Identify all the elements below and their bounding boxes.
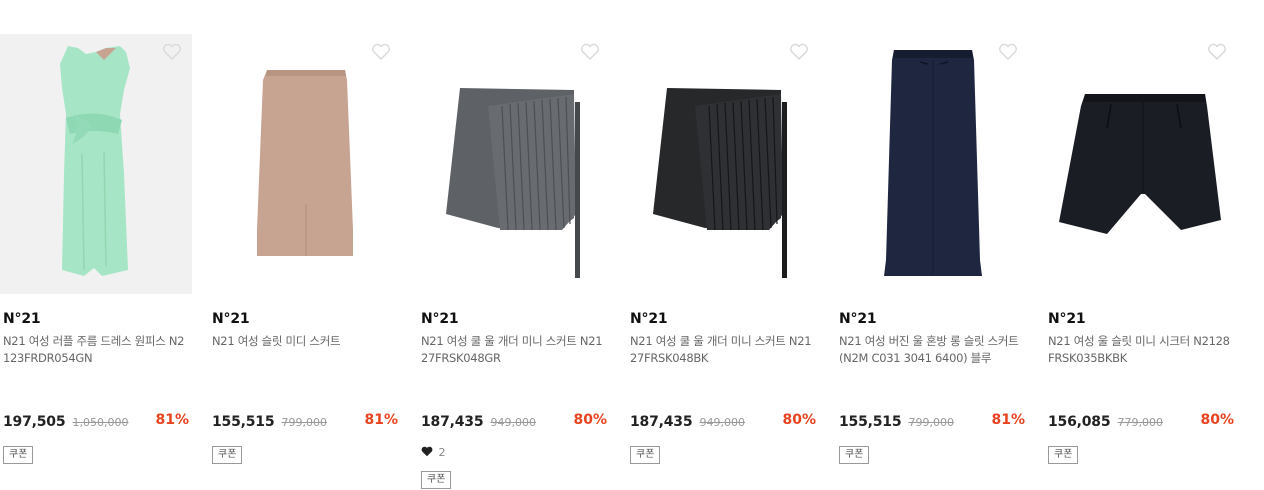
navy-long-skirt-image bbox=[884, 50, 982, 276]
heart-outline-icon[interactable] bbox=[1207, 43, 1227, 61]
product-image-mint-dress[interactable] bbox=[0, 34, 192, 294]
sale-price: 187,435 bbox=[421, 414, 484, 430]
price-row: 187,435 949,000 80% bbox=[421, 411, 607, 431]
beige-skirt-image bbox=[257, 70, 353, 256]
product-grid: N°21 N21 여성 러플 주름 드레스 원피스 N2123FRDR054GN… bbox=[0, 0, 1264, 490]
heart-filled-icon bbox=[421, 446, 433, 457]
coupon-badge: 쿠폰 bbox=[839, 446, 870, 464]
sale-price: 156,085 bbox=[1048, 414, 1111, 430]
mint-dress-image bbox=[60, 46, 130, 276]
heart-outline-icon[interactable] bbox=[580, 43, 600, 61]
heart-outline-icon[interactable] bbox=[998, 43, 1018, 61]
sale-price: 155,515 bbox=[839, 414, 902, 430]
product-name[interactable]: N21 여성 슬릿 미디 스커트 bbox=[212, 333, 398, 350]
original-price: 949,000 bbox=[490, 416, 536, 429]
original-price: 779,000 bbox=[1117, 416, 1163, 429]
original-price: 949,000 bbox=[699, 416, 745, 429]
product-card[interactable]: N°21 N21 여성 쿨 울 개더 미니 스커트 N2127FRSK048GR… bbox=[418, 34, 610, 490]
discount-rate: 81% bbox=[991, 412, 1025, 428]
product-card[interactable]: N°21 N21 여성 쿨 울 개더 미니 스커트 N2127FRSK048BK… bbox=[627, 34, 819, 490]
brand-name[interactable]: N°21 bbox=[3, 311, 41, 327]
sale-price: 155,515 bbox=[212, 414, 275, 430]
heart-outline-icon[interactable] bbox=[371, 43, 391, 61]
like-count[interactable]: 2 bbox=[421, 446, 446, 460]
brand-name[interactable]: N°21 bbox=[212, 311, 250, 327]
product-name[interactable]: N21 여성 쿨 울 개더 미니 스커트 N2127FRSK048BK bbox=[630, 333, 816, 367]
product-card[interactable]: N°21 N21 여성 울 슬릿 미니 시크터 N2128FRSK035BKBK… bbox=[1045, 34, 1237, 490]
heart-outline-icon[interactable] bbox=[789, 43, 809, 61]
like-count-value: 2 bbox=[438, 446, 446, 459]
original-price: 799,000 bbox=[908, 416, 954, 429]
product-name[interactable]: N21 여성 쿨 울 개더 미니 스커트 N2127FRSK048GR bbox=[421, 333, 607, 367]
product-card[interactable]: N°21 N21 여성 버진 울 혼방 롱 슬릿 스커트 (N2M C031 3… bbox=[836, 34, 1028, 490]
black-shorts-image bbox=[1059, 94, 1221, 234]
product-image-black-shorts[interactable] bbox=[1045, 34, 1237, 294]
brand-name[interactable]: N°21 bbox=[630, 311, 668, 327]
sale-price: 197,505 bbox=[3, 414, 66, 430]
discount-rate: 81% bbox=[155, 412, 189, 428]
sale-price: 187,435 bbox=[630, 414, 693, 430]
gray-pleated-skirt-image bbox=[446, 88, 580, 278]
price-row: 155,515 799,000 81% bbox=[212, 411, 398, 431]
original-price: 799,000 bbox=[281, 416, 327, 429]
discount-rate: 80% bbox=[573, 412, 607, 428]
price-row: 197,505 1,050,000 81% bbox=[3, 411, 189, 431]
product-image-navy-long-skirt[interactable] bbox=[836, 34, 1028, 294]
product-image-gray-pleated-skirt[interactable] bbox=[418, 34, 610, 294]
price-row: 187,435 949,000 80% bbox=[630, 411, 816, 431]
price-row: 156,085 779,000 80% bbox=[1048, 411, 1234, 431]
original-price: 1,050,000 bbox=[72, 416, 129, 429]
product-image-beige-pencil-skirt[interactable] bbox=[209, 34, 401, 294]
product-card[interactable]: N°21 N21 여성 러플 주름 드레스 원피스 N2123FRDR054GN… bbox=[0, 34, 192, 490]
product-name[interactable]: N21 여성 울 슬릿 미니 시크터 N2128FRSK035BKBK bbox=[1048, 333, 1234, 367]
product-name[interactable]: N21 여성 버진 울 혼방 롱 슬릿 스커트 (N2M C031 3041 6… bbox=[839, 333, 1025, 367]
discount-rate: 80% bbox=[1200, 412, 1234, 428]
product-image-black-pleated-skirt[interactable] bbox=[627, 34, 819, 294]
coupon-badge: 쿠폰 bbox=[212, 446, 243, 464]
coupon-badge: 쿠폰 bbox=[421, 471, 452, 489]
brand-name[interactable]: N°21 bbox=[1048, 311, 1086, 327]
coupon-badge: 쿠폰 bbox=[3, 446, 34, 464]
coupon-badge: 쿠폰 bbox=[630, 446, 661, 464]
product-name[interactable]: N21 여성 러플 주름 드레스 원피스 N2123FRDR054GN bbox=[3, 333, 189, 367]
product-card[interactable]: N°21 N21 여성 슬릿 미디 스커트 155,515 799,000 81… bbox=[209, 34, 401, 490]
heart-outline-icon[interactable] bbox=[162, 43, 182, 61]
price-row: 155,515 799,000 81% bbox=[839, 411, 1025, 431]
discount-rate: 81% bbox=[364, 412, 398, 428]
black-pleated-skirt-image bbox=[653, 88, 787, 278]
brand-name[interactable]: N°21 bbox=[421, 311, 459, 327]
discount-rate: 80% bbox=[782, 412, 816, 428]
coupon-badge: 쿠폰 bbox=[1048, 446, 1079, 464]
brand-name[interactable]: N°21 bbox=[839, 311, 877, 327]
